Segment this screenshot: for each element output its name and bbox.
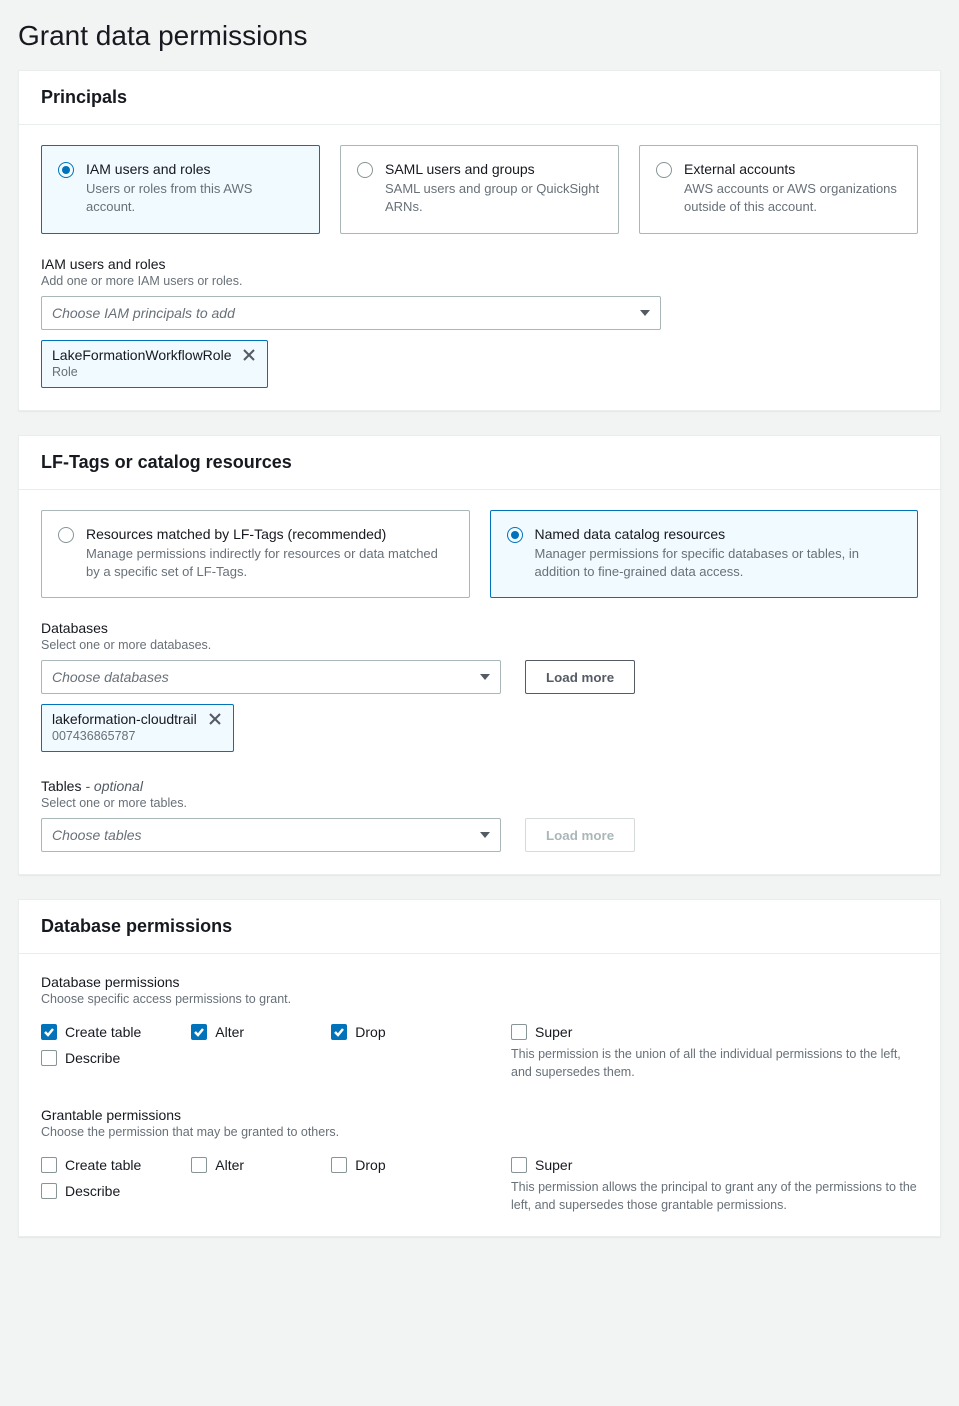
tables-select[interactable]: Choose tables — [41, 818, 501, 852]
close-icon — [241, 347, 257, 363]
token-name: lakeformation-cloudtrail — [52, 711, 197, 727]
checkbox-icon — [41, 1050, 57, 1066]
checkbox-label: Create table — [65, 1157, 141, 1173]
checkbox-label: Describe — [65, 1183, 120, 1199]
super-help: This permission is the union of all the … — [511, 1046, 918, 1081]
checkbox-icon — [511, 1157, 527, 1173]
grant-checkbox-create-table[interactable]: Create table — [41, 1157, 141, 1173]
close-icon — [207, 711, 223, 727]
checkbox-label: Create table — [65, 1024, 141, 1040]
principals-heading: Principals — [41, 87, 918, 108]
tile-title: IAM users and roles — [86, 160, 303, 178]
page-title: Grant data permissions — [18, 20, 941, 52]
checkbox-create-table[interactable]: Create table — [41, 1024, 141, 1040]
resources-panel: LF-Tags or catalog resources Resources m… — [18, 435, 941, 876]
radio-icon — [357, 162, 373, 178]
permissions-panel: Database permissions Database permission… — [18, 899, 941, 1237]
grant-checkbox-describe[interactable]: Describe — [41, 1183, 131, 1199]
databases-load-more-button[interactable]: Load more — [525, 660, 635, 694]
checkbox-drop[interactable]: Drop — [331, 1024, 421, 1040]
tile-desc: AWS accounts or AWS organizations outsid… — [684, 180, 901, 216]
token-name: LakeFormationWorkflowRole — [52, 347, 231, 363]
token-type: Role — [52, 365, 257, 379]
remove-token-button[interactable] — [241, 347, 257, 363]
iam-principals-select[interactable]: Choose IAM principals to add — [41, 296, 661, 330]
tile-title: Resources matched by LF-Tags (recommende… — [86, 525, 453, 543]
db-perms-help: Choose specific access permissions to gr… — [41, 992, 918, 1006]
database-token: lakeformation-cloudtrail 007436865787 — [41, 704, 234, 752]
principals-panel: Principals IAM users and roles Users or … — [18, 70, 941, 411]
principal-token: LakeFormationWorkflowRole Role — [41, 340, 268, 388]
databases-help: Select one or more databases. — [41, 638, 918, 652]
select-placeholder: Choose databases — [52, 669, 169, 685]
grant-super-help: This permission allows the principal to … — [511, 1179, 918, 1214]
iam-field-help: Add one or more IAM users or roles. — [41, 274, 918, 288]
remove-token-button[interactable] — [207, 711, 223, 727]
chevron-down-icon — [480, 832, 490, 838]
checkbox-icon — [191, 1157, 207, 1173]
permissions-heading: Database permissions — [41, 916, 918, 937]
tile-desc: SAML users and group or QuickSight ARNs. — [385, 180, 602, 216]
chevron-down-icon — [640, 310, 650, 316]
tile-title: SAML users and groups — [385, 160, 602, 178]
checkbox-label: Alter — [215, 1157, 244, 1173]
select-placeholder: Choose IAM principals to add — [52, 305, 235, 321]
checkbox-label: Describe — [65, 1050, 120, 1066]
tile-title: External accounts — [684, 160, 901, 178]
checkbox-label: Drop — [355, 1024, 385, 1040]
checkbox-icon — [41, 1157, 57, 1173]
checkbox-alter[interactable]: Alter — [191, 1024, 281, 1040]
radio-icon — [656, 162, 672, 178]
checkbox-icon — [331, 1024, 347, 1040]
checkbox-icon — [331, 1157, 347, 1173]
checkbox-super[interactable]: Super — [511, 1024, 918, 1040]
radio-icon — [58, 162, 74, 178]
checkbox-icon — [41, 1024, 57, 1040]
checkbox-describe[interactable]: Describe — [41, 1050, 131, 1066]
grant-checkbox-alter[interactable]: Alter — [191, 1157, 281, 1173]
tile-desc: Users or roles from this AWS account. — [86, 180, 303, 216]
tables-help: Select one or more tables. — [41, 796, 918, 810]
checkbox-label: Drop — [355, 1157, 385, 1173]
grantable-label: Grantable permissions — [41, 1107, 918, 1123]
tables-load-more-button[interactable]: Load more — [525, 818, 635, 852]
token-sub: 007436865787 — [52, 729, 223, 743]
checkbox-label: Super — [535, 1157, 572, 1173]
databases-label: Databases — [41, 620, 918, 636]
select-placeholder: Choose tables — [52, 827, 142, 843]
tables-label: Tables - optional — [41, 778, 918, 794]
tile-desc: Manage permissions indirectly for resour… — [86, 545, 453, 581]
tile-lf-tags[interactable]: Resources matched by LF-Tags (recommende… — [41, 510, 470, 599]
grant-checkbox-super[interactable]: Super — [511, 1157, 918, 1173]
checkbox-icon — [191, 1024, 207, 1040]
tile-iam-users[interactable]: IAM users and roles Users or roles from … — [41, 145, 320, 234]
tile-saml-users[interactable]: SAML users and groups SAML users and gro… — [340, 145, 619, 234]
tile-title: Named data catalog resources — [535, 525, 902, 543]
chevron-down-icon — [480, 674, 490, 680]
resources-heading: LF-Tags or catalog resources — [41, 452, 918, 473]
db-perms-label: Database permissions — [41, 974, 918, 990]
tile-desc: Manager permissions for specific databas… — [535, 545, 902, 581]
grant-checkbox-drop[interactable]: Drop — [331, 1157, 421, 1173]
checkbox-icon — [41, 1183, 57, 1199]
tile-external-accounts[interactable]: External accounts AWS accounts or AWS or… — [639, 145, 918, 234]
tile-named-catalog[interactable]: Named data catalog resources Manager per… — [490, 510, 919, 599]
iam-field-label: IAM users and roles — [41, 256, 918, 272]
checkbox-label: Alter — [215, 1024, 244, 1040]
radio-icon — [507, 527, 523, 543]
databases-select[interactable]: Choose databases — [41, 660, 501, 694]
checkbox-label: Super — [535, 1024, 572, 1040]
checkbox-icon — [511, 1024, 527, 1040]
grantable-help: Choose the permission that may be grante… — [41, 1125, 918, 1139]
optional-tag: - optional — [85, 778, 143, 794]
radio-icon — [58, 527, 74, 543]
